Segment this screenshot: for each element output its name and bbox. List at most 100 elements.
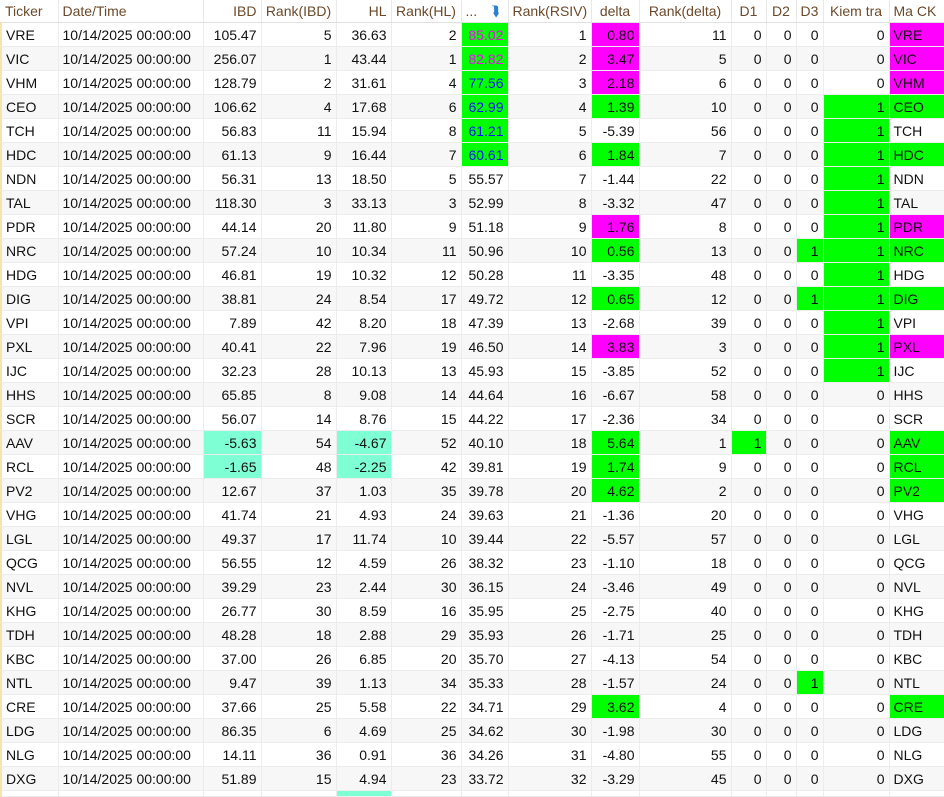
cell-rsiv[interactable]: 33.72 xyxy=(461,766,509,791)
table-row[interactable]: CEO 10/14/2025 00:00:00 106.62 4 17.68 6 62.99… xyxy=(0,94,944,119)
cell-d3[interactable]: 0 xyxy=(796,262,824,287)
cell-delta[interactable]: -3.46 xyxy=(591,574,640,599)
cell-rank-ibd[interactable]: 48 xyxy=(261,454,337,479)
cell-d2[interactable]: 0 xyxy=(766,430,797,455)
cell-rank-ibd[interactable]: 8 xyxy=(261,382,337,407)
cell-date-time[interactable]: 10/14/2025 00:00:00 xyxy=(58,238,204,263)
cell-ma-ck[interactable]: VIC xyxy=(889,46,944,71)
cell-date-time[interactable]: 10/14/2025 00:00:00 xyxy=(58,262,204,287)
cell-kiem-tra[interactable]: 0 xyxy=(823,766,890,791)
cell-delta[interactable]: -3.29 xyxy=(591,766,640,791)
cell-rank-hl[interactable]: 7 xyxy=(391,142,462,167)
cell-kiem-tra[interactable]: 0 xyxy=(823,670,890,695)
cell-d2[interactable]: 0 xyxy=(766,166,797,191)
cell-date-time[interactable]: 10/14/2025 00:00:00 xyxy=(58,70,204,95)
cell-delta[interactable]: -4.13 xyxy=(591,646,640,671)
cell-kiem-tra[interactable]: 0 xyxy=(823,22,890,47)
cell-rank-delta[interactable]: 13 xyxy=(639,238,732,263)
cell-delta[interactable]: -6.67 xyxy=(591,382,640,407)
cell-rank-rsiv[interactable]: 17 xyxy=(508,406,592,431)
cell-ma-ck[interactable]: HHS xyxy=(889,382,944,407)
cell-ticker[interactable]: PV2 xyxy=(0,478,59,503)
cell-ibd[interactable]: 65.85 xyxy=(203,382,262,407)
cell-hl[interactable]: 8.76 xyxy=(336,406,392,431)
cell-d2[interactable]: 0 xyxy=(766,526,797,551)
cell-rsiv[interactable]: 35.95 xyxy=(461,598,509,623)
cell-delta[interactable]: 4.62 xyxy=(591,478,640,503)
cell-date-time[interactable]: 10/14/2025 00:00:00 xyxy=(58,406,204,431)
cell-rank-delta[interactable]: 57 xyxy=(639,526,732,551)
cell-hl[interactable]: 4.93 xyxy=(336,502,392,527)
cell-rank-rsiv[interactable]: 14 xyxy=(508,334,592,359)
cell-d1[interactable]: 0 xyxy=(731,70,767,95)
cell-kiem-tra[interactable]: 1 xyxy=(823,358,890,383)
cell-hl[interactable]: 36.63 xyxy=(336,22,392,47)
column-header-ma-ck[interactable]: Ma CK xyxy=(889,0,944,23)
cell-rank-hl[interactable]: 18 xyxy=(391,310,462,335)
cell-ibd[interactable]: 118.30 xyxy=(203,190,262,215)
cell-ma-ck[interactable]: VPI xyxy=(889,310,944,335)
cell-ticker[interactable]: QCG xyxy=(0,550,59,575)
cell-rank-hl[interactable]: 20 xyxy=(391,646,462,671)
cell-rank-rsiv[interactable]: 25 xyxy=(508,598,592,623)
cell-d2[interactable]: 0 xyxy=(766,262,797,287)
cell-rank-ibd[interactable]: 54 xyxy=(261,430,337,455)
cell-date-time[interactable]: 10/14/2025 00:00:00 xyxy=(58,22,204,47)
cell-hl[interactable]: 33.13 xyxy=(336,190,392,215)
cell-rank-delta[interactable]: 8 xyxy=(639,214,732,239)
cell-ibd[interactable]: 44.14 xyxy=(203,214,262,239)
cell-rank-delta[interactable]: 6 xyxy=(639,70,732,95)
cell-rank-delta[interactable]: 4 xyxy=(639,694,732,719)
cell-rank-delta[interactable]: 18 xyxy=(639,550,732,575)
cell-ibd[interactable]: 49.37 xyxy=(203,526,262,551)
cell-kiem-tra[interactable]: 1 xyxy=(823,262,890,287)
cell-ticker[interactable]: KBC xyxy=(0,646,59,671)
cell-rank-rsiv[interactable]: 23 xyxy=(508,550,592,575)
cell-rank-rsiv[interactable]: 7 xyxy=(508,166,592,191)
table-row[interactable]: HDC 10/14/2025 00:00:00 61.13 9 16.44 7 60.61 6… xyxy=(0,142,944,167)
cell-delta[interactable]: -1.71 xyxy=(591,622,640,647)
cell-date-time[interactable]: 10/14/2025 00:00:00 xyxy=(58,214,204,239)
cell-ibd[interactable]: 56.83 xyxy=(203,118,262,143)
cell-d3[interactable]: 0 xyxy=(796,46,824,71)
cell-rank-ibd[interactable]: 10 xyxy=(261,238,337,263)
cell-d3[interactable]: 0 xyxy=(796,574,824,599)
cell-delta[interactable]: 1.76 xyxy=(591,214,640,239)
cell-ma-ck[interactable]: VHG xyxy=(889,502,944,527)
table-row[interactable]: PXL 10/14/2025 00:00:00 40.41 22 7.96 19 46.50… xyxy=(0,334,944,359)
table-row[interactable]: PDR 10/14/2025 00:00:00 44.14 20 11.80 9 51.18… xyxy=(0,214,944,239)
table-row[interactable]: DIG 10/14/2025 00:00:00 38.81 24 8.54 17 49.72… xyxy=(0,286,944,311)
cell-rank-rsiv[interactable]: 4 xyxy=(508,94,592,119)
cell-ma-ck[interactable]: NRC xyxy=(889,238,944,263)
cell-rank-ibd[interactable]: 25 xyxy=(261,694,337,719)
cell-rank-ibd[interactable]: 12 xyxy=(261,550,337,575)
cell-kiem-tra[interactable]: 1 xyxy=(823,94,890,119)
cell-rsiv[interactable]: 39.44 xyxy=(461,526,509,551)
cell-d2[interactable]: 0 xyxy=(766,454,797,479)
cell-kiem-tra[interactable]: 0 xyxy=(823,478,890,503)
cell-date-time[interactable]: 10/14/2025 00:00:00 xyxy=(58,382,204,407)
cell-rank-ibd[interactable]: 21 xyxy=(261,502,337,527)
cell-hl[interactable]: 15.94 xyxy=(336,118,392,143)
cell-ma-ck[interactable]: NTL xyxy=(889,670,944,695)
cell-d2[interactable]: 0 xyxy=(766,694,797,719)
cell-d1[interactable]: 0 xyxy=(731,646,767,671)
cell-ticker[interactable]: LGL xyxy=(0,526,59,551)
cell-rank-rsiv[interactable]: 5 xyxy=(508,118,592,143)
cell-ibd[interactable]: 46.81 xyxy=(203,262,262,287)
cell-d3[interactable]: 1 xyxy=(796,670,824,695)
table-row[interactable]: VRE 10/14/2025 00:00:00 105.47 5 36.63 2 85.02… xyxy=(0,22,944,47)
cell-rank-delta[interactable]: 45 xyxy=(639,766,732,791)
cell-ticker[interactable]: TAL xyxy=(0,190,59,215)
column-header-rank-hl[interactable]: Rank(HL) xyxy=(391,0,462,23)
cell-rank-rsiv[interactable]: 12 xyxy=(508,286,592,311)
cell-rsiv[interactable]: 44.64 xyxy=(461,382,509,407)
cell-rank-rsiv[interactable]: 10 xyxy=(508,238,592,263)
cell-rank-ibd[interactable]: 37 xyxy=(261,478,337,503)
cell-rank-hl[interactable]: 17 xyxy=(391,286,462,311)
cell-rank-delta[interactable]: 3 xyxy=(639,334,732,359)
cell-ticker[interactable]: NLG xyxy=(0,742,59,767)
cell-d2[interactable]: 0 xyxy=(766,118,797,143)
cell-rank-delta[interactable]: 40 xyxy=(639,598,732,623)
cell-ticker[interactable]: VIC xyxy=(0,46,59,71)
